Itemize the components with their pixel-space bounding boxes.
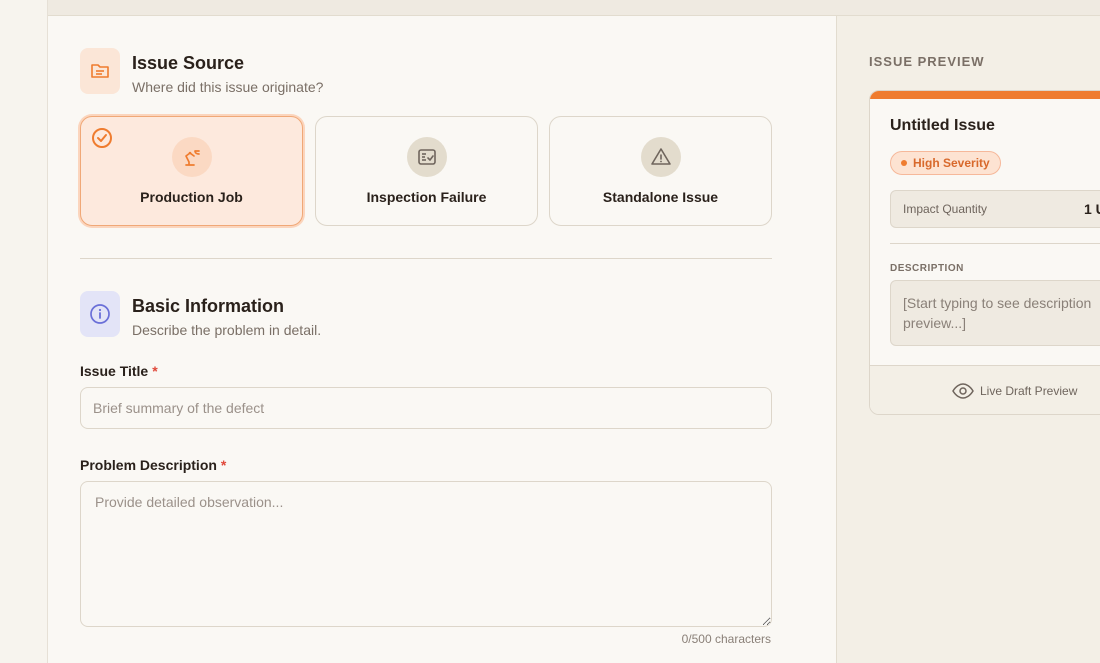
problem-description-label-text: Problem Description — [80, 457, 217, 473]
required-mark: * — [220, 457, 227, 473]
preview-section-label: ISSUE PREVIEW — [869, 54, 985, 69]
left-gutter — [0, 0, 48, 663]
preview-title: Untitled Issue — [890, 117, 995, 134]
issue-title-label-text: Issue Title — [80, 363, 149, 379]
problem-description-label: Problem Description * — [80, 457, 226, 473]
issue-title-label: Issue Title * — [80, 363, 158, 379]
preview-description-box: [Start typing to see description preview… — [890, 280, 1100, 346]
main-form: Issue Source Where did this issue origin… — [48, 16, 837, 663]
preview-panel: ISSUE PREVIEW Untitled Issue High Severi… — [837, 16, 1100, 663]
source-card-inspection-failure[interactable]: Inspection Failure — [315, 116, 538, 226]
robot-arm-icon — [171, 137, 212, 177]
required-mark: * — [152, 363, 158, 379]
character-count: 0/500 characters — [681, 632, 771, 646]
preview-divider — [890, 243, 1100, 244]
folder-icon — [80, 48, 120, 94]
checklist-icon — [406, 137, 447, 177]
problem-description-textarea[interactable] — [80, 481, 772, 627]
severity-text: High Severity — [913, 156, 990, 170]
source-card-production-job[interactable]: Production Job — [80, 116, 303, 226]
severity-badge: High Severity — [890, 151, 1001, 175]
issue-source-title: Issue Source — [132, 53, 245, 73]
basic-info-header: Basic Information Describe the problem i… — [80, 291, 321, 339]
basic-info-title: Basic Information — [132, 296, 285, 316]
source-card-label: Inspection Failure — [366, 189, 487, 205]
severity-dot-icon — [901, 160, 907, 166]
top-bar — [48, 0, 1100, 16]
preview-card: Untitled Issue High Severity Impact Quan… — [869, 90, 1100, 415]
source-card-label: Standalone Issue — [602, 189, 719, 205]
issue-source-header: Issue Source Where did this issue origin… — [80, 48, 323, 96]
section-divider — [80, 258, 772, 259]
issue-source-subtitle: Where did this issue originate? — [132, 79, 324, 95]
source-card-standalone-issue[interactable]: Standalone Issue — [549, 116, 772, 226]
preview-footer: Live Draft Preview — [870, 365, 1100, 414]
source-card-label: Production Job — [140, 189, 243, 205]
severity-bar — [870, 91, 1100, 99]
impact-quantity-row: Impact Quantity 1 U — [890, 190, 1100, 228]
preview-description-label: DESCRIPTION — [890, 263, 964, 274]
issue-title-input[interactable] — [80, 387, 772, 429]
basic-info-subtitle: Describe the problem in detail. — [132, 322, 322, 338]
info-icon — [80, 291, 120, 337]
preview-footer-text: Live Draft Preview — [980, 384, 1078, 398]
warning-icon — [640, 137, 681, 177]
check-circle-icon — [91, 127, 113, 154]
impact-value: 1 U — [1084, 201, 1100, 217]
impact-label: Impact Quantity — [903, 202, 988, 216]
eye-icon — [952, 383, 974, 399]
